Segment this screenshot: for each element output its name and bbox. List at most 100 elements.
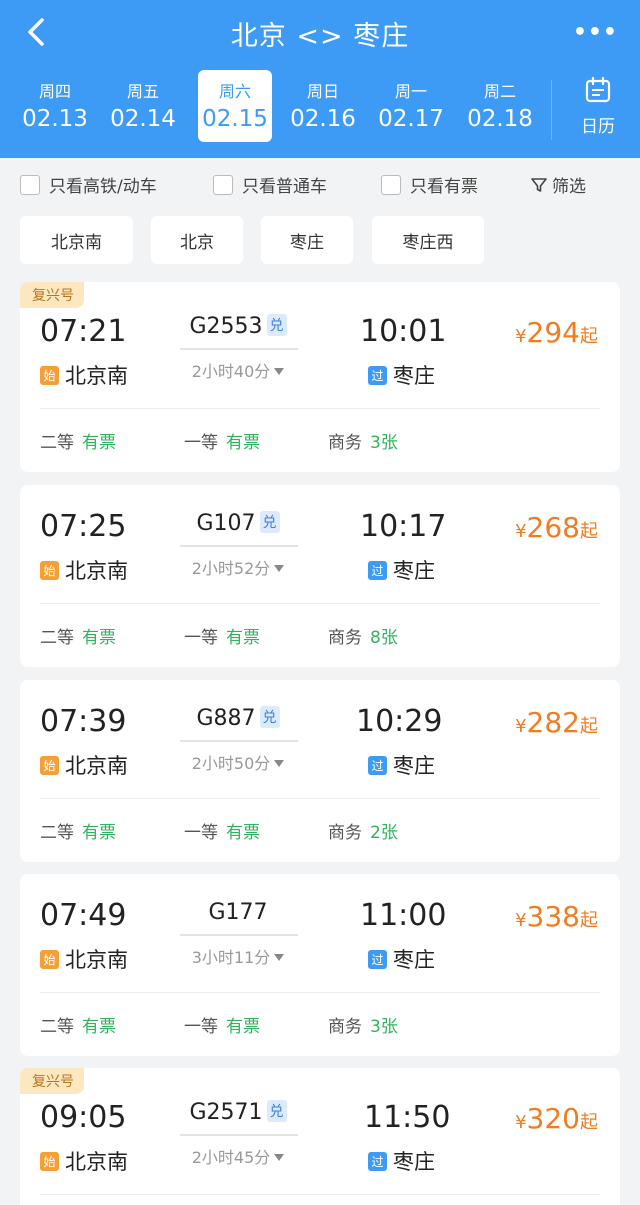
train-card[interactable]: 07:39 G887 兑 10:29 ¥282起 始北京南 2小时50分 过枣庄 … <box>20 680 620 862</box>
filter-bar: 只看高铁/动车 只看普通车 只看有票 筛选 <box>0 158 640 208</box>
train-card[interactable]: 07:49 G177 11:00 ¥338起 始北京南 3小时11分 过枣庄 二… <box>20 874 620 1056</box>
arrival-station-name: 枣庄 <box>393 559 435 583</box>
station-chip-zaozhuangxi[interactable]: 枣庄西 <box>372 216 484 264</box>
seat-name: 二等 <box>40 823 74 843</box>
train-number: G177 <box>178 900 298 925</box>
pass-badge: 过 <box>368 1151 387 1171</box>
arrival-station: 过枣庄 <box>368 750 435 780</box>
station-chip-beijingnan[interactable]: 北京南 <box>20 216 133 264</box>
duration-toggle[interactable]: 3小时11分 <box>178 944 298 968</box>
route-title: 北京 <> 枣庄 <box>230 21 410 52</box>
seat-status: 有票 <box>82 433 116 453</box>
date-tab-0217[interactable]: 周一 02.17 <box>374 70 448 142</box>
duration-toggle[interactable]: 2小时52分 <box>178 555 298 579</box>
departure-station-name: 北京南 <box>65 948 128 972</box>
date-tab-0215[interactable]: 周六 02.15 <box>198 70 272 142</box>
seat-status: 3张 <box>370 1017 398 1037</box>
origin-badge: 始 <box>40 560 59 580</box>
departure-station: 始北京南 <box>40 360 128 390</box>
price: ¥338起 <box>515 900 598 933</box>
more-icon[interactable]: ••• <box>573 20 618 45</box>
departure-time: 07:25 <box>40 509 127 544</box>
date-weekday: 周六 <box>218 82 251 101</box>
duration-toggle[interactable]: 2小时40分 <box>178 358 298 382</box>
origin-badge: 始 <box>40 755 59 775</box>
origin-badge: 始 <box>40 949 59 969</box>
seat-first-class: 一等 有票 <box>184 623 260 648</box>
duration-toggle[interactable]: 2小时50分 <box>178 750 298 774</box>
regular-train-checkbox[interactable]: 只看普通车 <box>213 172 327 197</box>
high-speed-checkbox[interactable]: 只看高铁/动车 <box>20 172 157 197</box>
duration-line <box>180 934 298 936</box>
seat-status: 有票 <box>82 823 116 843</box>
seat-status: 有票 <box>226 628 260 648</box>
caret-down-icon <box>274 368 285 375</box>
duration-toggle[interactable]: 2小时45分 <box>178 1144 298 1168</box>
train-number-text: G107 <box>196 511 256 536</box>
card-divider <box>40 798 600 799</box>
seat-name: 商务 <box>328 823 362 843</box>
date-tabs: 周四 02.13 周五 02.14 周六 02.15 周日 02.16 周一 0… <box>12 70 548 142</box>
seat-first-class: 一等 有票 <box>184 428 260 453</box>
train-number: G2553 兑 <box>178 314 298 339</box>
arrival-station-name: 枣庄 <box>393 948 435 972</box>
departure-station-name: 北京南 <box>65 1150 128 1174</box>
date-value: 02.14 <box>110 106 176 132</box>
duration-line <box>180 740 298 742</box>
card-divider <box>40 1194 600 1195</box>
seat-second-class: 二等 有票 <box>40 428 116 453</box>
available-only-checkbox[interactable]: 只看有票 <box>381 172 478 197</box>
arrival-station-name: 枣庄 <box>393 1150 435 1174</box>
departure-station: 始北京南 <box>40 750 128 780</box>
exchange-badge: 兑 <box>259 511 280 533</box>
seat-status: 有票 <box>226 823 260 843</box>
duration-text: 2小时52分 <box>191 559 271 578</box>
seat-name: 一等 <box>184 628 218 648</box>
arrival-time: 10:01 <box>360 314 447 349</box>
seat-second-class: 二等 有票 <box>40 623 116 648</box>
card-divider <box>40 603 600 604</box>
checkbox-label: 只看高铁/动车 <box>49 177 157 197</box>
arrival-station: 过枣庄 <box>368 555 435 585</box>
seat-second-class: 二等 有票 <box>40 1012 116 1037</box>
caret-down-icon <box>274 1154 285 1161</box>
departure-time: 07:39 <box>40 704 127 739</box>
seat-name: 二等 <box>40 628 74 648</box>
calendar-button[interactable]: 日历 <box>574 76 622 137</box>
date-value: 02.16 <box>290 106 356 132</box>
date-tab-0213[interactable]: 周四 02.13 <box>18 70 92 142</box>
date-tab-0216[interactable]: 周日 02.16 <box>286 70 360 142</box>
arrival-station-name: 枣庄 <box>393 364 435 388</box>
train-card[interactable]: 07:25 G107 兑 10:17 ¥268起 始北京南 2小时52分 过枣庄 … <box>20 485 620 667</box>
caret-down-icon <box>274 760 285 767</box>
date-value: 02.18 <box>467 106 533 132</box>
date-weekday: 周四 <box>38 82 71 101</box>
price-suffix: 起 <box>580 910 598 931</box>
duration-text: 2小时40分 <box>191 362 271 381</box>
seat-status: 有票 <box>226 1017 260 1037</box>
train-number: G2571 兑 <box>178 1100 298 1125</box>
departure-station: 始北京南 <box>40 944 128 974</box>
seat-name: 商务 <box>328 433 362 453</box>
station-chip-beijing[interactable]: 北京 <box>151 216 243 264</box>
pass-badge: 过 <box>368 560 387 580</box>
departure-time: 07:49 <box>40 898 127 933</box>
seat-name: 一等 <box>184 433 218 453</box>
currency-symbol: ¥ <box>515 1112 527 1133</box>
arrival-time: 10:17 <box>360 509 447 544</box>
pass-badge: 过 <box>368 365 387 385</box>
date-tab-0218[interactable]: 周二 02.18 <box>463 70 537 142</box>
train-card[interactable]: 复兴号 09:05 G2571 兑 11:50 ¥320起 始北京南 2小时45分… <box>20 1068 620 1205</box>
date-value: 02.15 <box>202 106 268 132</box>
duration-text: 3小时11分 <box>191 948 271 967</box>
seat-name: 商务 <box>328 1017 362 1037</box>
date-weekday: 周日 <box>306 82 339 101</box>
price: ¥282起 <box>515 706 598 739</box>
station-chip-zaozhuang[interactable]: 枣庄 <box>261 216 353 264</box>
filter-button[interactable]: 筛选 <box>530 172 586 197</box>
arrival-time: 11:50 <box>364 1100 451 1135</box>
date-tab-0214[interactable]: 周五 02.14 <box>106 70 180 142</box>
exchange-badge: 兑 <box>266 314 287 336</box>
seat-status: 2张 <box>370 823 398 843</box>
train-card[interactable]: 复兴号 07:21 G2553 兑 10:01 ¥294起 始北京南 2小时40分… <box>20 282 620 472</box>
